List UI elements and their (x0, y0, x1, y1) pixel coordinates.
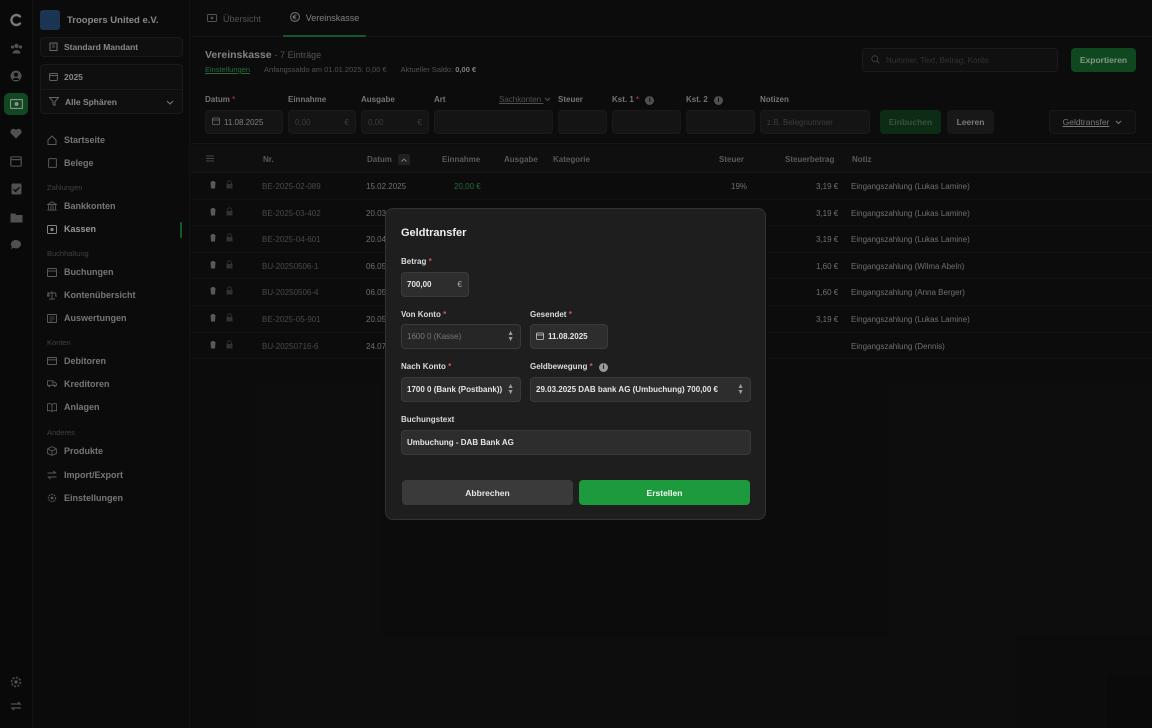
select-arrows-icon: ▲ ▼ (737, 382, 744, 396)
geldbewegung-label: Geldbewegung * i (530, 362, 608, 372)
von-konto-select[interactable]: 1600 0 (Kasse) ▲ ▼ (401, 324, 521, 349)
geldbewegung-select[interactable]: 29.03.2025 DAB bank AG (Umbuchung) 700,0… (530, 377, 751, 402)
gesendet-date-input[interactable]: 11.08.2025 (530, 324, 608, 349)
gesendet-label-text: Gesendet (530, 310, 567, 319)
nach-konto-value: 1700 0 (Bank (Postbank)) (407, 385, 503, 394)
nach-konto-label-text: Nach Konto (401, 362, 446, 371)
von-konto-label-text: Von Konto (401, 310, 441, 319)
geldbewegung-value: 29.03.2025 DAB bank AG (Umbuchung) 700,0… (536, 385, 718, 394)
calendar-icon (536, 332, 544, 342)
geldbewegung-label-text: Geldbewegung (530, 362, 588, 371)
gesendet-label: Gesendet * (530, 310, 572, 319)
select-arrows-icon: ▲ ▼ (507, 382, 514, 396)
create-button[interactable]: Erstellen (579, 480, 750, 505)
cancel-button[interactable]: Abbrechen (402, 480, 573, 505)
von-konto-value: 1600 0 (Kasse) (407, 332, 462, 341)
select-arrows-icon: ▲ ▼ (507, 329, 514, 343)
buchungstext-value: Umbuchung - DAB Bank AG (407, 438, 514, 447)
buchungstext-input[interactable]: Umbuchung - DAB Bank AG (401, 430, 751, 455)
betrag-label-text: Betrag (401, 257, 427, 266)
buchungstext-label: Buchungstext (401, 415, 455, 424)
betrag-input[interactable]: 700,00 € (401, 272, 469, 297)
betrag-label: Betrag * (401, 257, 432, 266)
currency-suffix: € (457, 280, 462, 289)
betrag-value: 700,00 (407, 280, 432, 289)
nach-konto-label: Nach Konto * (401, 362, 452, 371)
dialog-title: Geldtransfer (401, 227, 467, 239)
geldtransfer-dialog: Geldtransfer Betrag * 700,00 € Von Konto… (385, 208, 766, 520)
info-icon[interactable]: i (598, 363, 608, 372)
nach-konto-select[interactable]: 1700 0 (Bank (Postbank)) ▲ ▼ (401, 377, 521, 402)
gesendet-value: 11.08.2025 (548, 332, 588, 341)
von-konto-label: Von Konto * (401, 310, 447, 319)
